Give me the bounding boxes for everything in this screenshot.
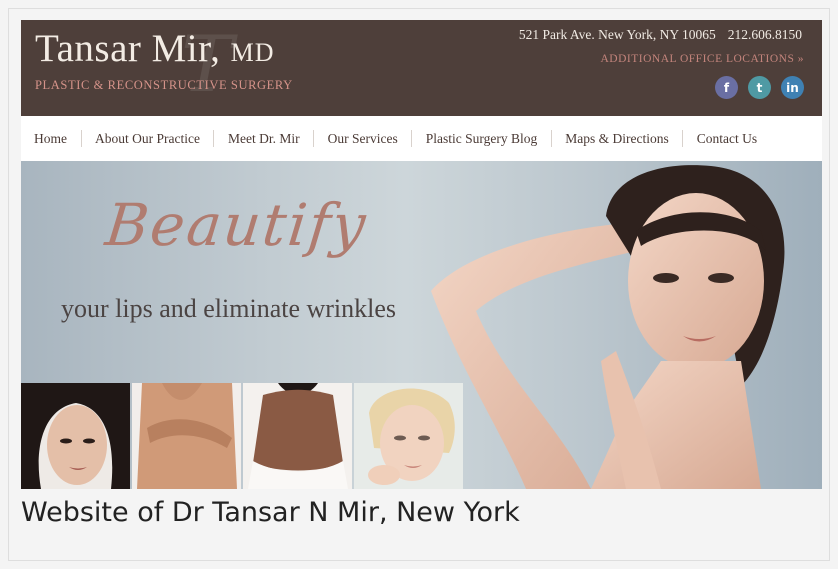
nav-maps-directions[interactable]: Maps & Directions [550, 130, 683, 147]
facebook-icon[interactable]: f [715, 76, 738, 99]
thumbnail-blonde-face[interactable] [354, 383, 463, 489]
thumbnail-face[interactable] [21, 383, 130, 489]
brand-suffix: MD [230, 38, 275, 67]
twitter-icon[interactable]: t [748, 76, 771, 99]
additional-locations-link[interactable]: ADDITIONAL OFFICE LOCATIONS » [601, 53, 805, 65]
thumbnail-strip [21, 383, 463, 489]
brand-name: Tansar Mir, [35, 27, 221, 70]
linkedin-icon[interactable]: in [781, 76, 804, 99]
phone-number[interactable]: 212.606.8150 [728, 27, 802, 42]
main-nav: Home About Our Practice Meet Dr. Mir Our… [21, 116, 822, 161]
thumbnail-back[interactable] [243, 383, 352, 489]
nav-plastic-surgery-blog[interactable]: Plastic Surgery Blog [411, 130, 551, 147]
social-links: f t in [715, 76, 804, 99]
office-address: 521 Park Ave. New York, NY 10065 [518, 27, 716, 42]
nav-our-services[interactable]: Our Services [313, 130, 411, 147]
hero-banner[interactable]: Beautify your lips and eliminate wrinkle… [21, 161, 822, 489]
contact-line: 521 Park Ave. New York, NY 10065 212.606.… [519, 27, 802, 43]
image-caption: Website of Dr Tansar N Mir, New York [21, 497, 520, 528]
nav-about-our-practice[interactable]: About Our Practice [80, 130, 214, 147]
nav-home[interactable]: Home [21, 130, 81, 147]
site-logo[interactable]: Tansar Mir, MD [35, 26, 274, 71]
banner-headline: Beautify [102, 191, 371, 259]
banner-tagline: your lips and eliminate wrinkles [61, 294, 397, 323]
thumbnail-body[interactable] [132, 383, 241, 489]
nav-contact-us[interactable]: Contact Us [682, 130, 770, 147]
model-portrait-image [431, 165, 785, 489]
site-header: T Tansar Mir, MD PLASTIC & RECONSTRUCTIV… [21, 20, 822, 116]
nav-meet-dr-mir[interactable]: Meet Dr. Mir [213, 130, 313, 147]
brand-subtitle: PLASTIC & RECONSTRUCTIVE SURGERY [35, 78, 293, 92]
